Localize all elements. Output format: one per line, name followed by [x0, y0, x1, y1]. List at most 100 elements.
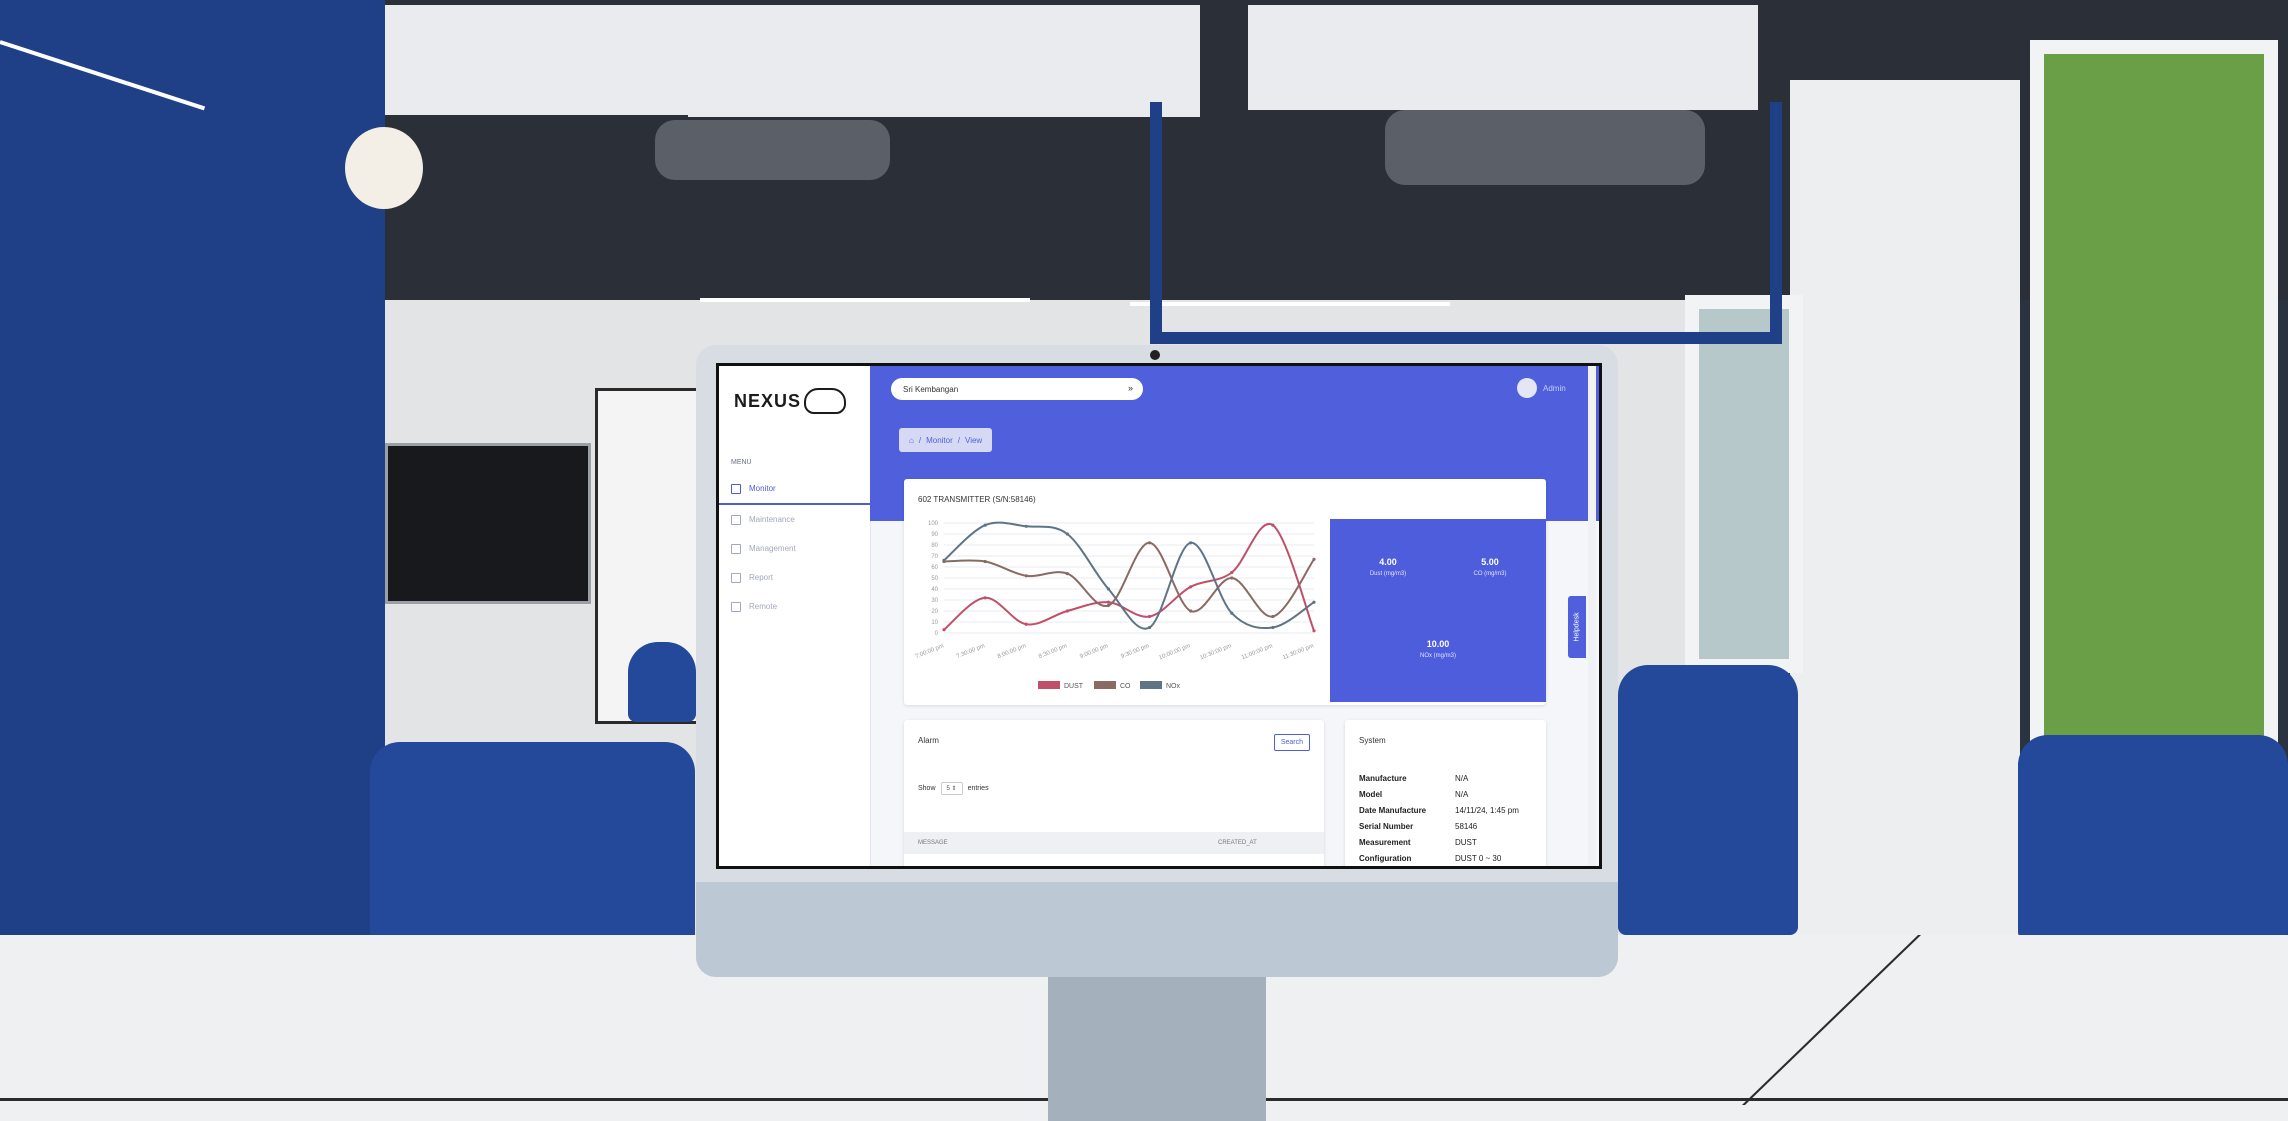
stats-panel: 4.00 Dust (mg/m3) 5.00 CO (mg/m3) 10.00 …	[1330, 519, 1546, 702]
sidebar-item-management[interactable]: Management	[719, 534, 870, 563]
system-value: N/A	[1455, 790, 1469, 799]
data-point	[1024, 524, 1028, 528]
monitor-screen: NEXUS MENU Monitor Maintenance Managemen…	[716, 363, 1602, 869]
data-point	[1189, 609, 1193, 613]
system-title: System	[1359, 736, 1386, 745]
y-tick-label: 40	[931, 587, 938, 593]
system-row: Manufacture N/A	[1359, 774, 1468, 783]
stat-label: Dust (mg/m3)	[1369, 571, 1407, 577]
sidebar-item-maintenance[interactable]: Maintenance	[719, 505, 870, 534]
data-point	[1271, 625, 1275, 630]
air-duct	[655, 120, 890, 180]
helpdesk-label: Helpdesk	[1573, 612, 1581, 642]
chair	[1618, 665, 1798, 935]
chair	[2018, 735, 2288, 940]
user-menu[interactable]: Admin	[1517, 378, 1566, 398]
system-card: System Manufacture N/A Model N/A Date Manu…	[1345, 720, 1546, 866]
system-value: 58146	[1455, 822, 1478, 831]
sidebar-item-label: Report	[749, 573, 774, 582]
chair	[370, 742, 695, 942]
legend-label: CO	[1120, 683, 1131, 690]
stat-label: CO (mg/m3)	[1473, 571, 1507, 577]
location-select[interactable]: Sri Kembangan »	[891, 378, 1143, 400]
sidebar-item-label: Monitor	[749, 484, 776, 493]
sidebar-item-report[interactable]: Report	[719, 563, 870, 592]
transmitter-title: 602 TRANSMITTER (S/N:58146)	[918, 495, 1036, 504]
logo-text: NEXUS	[734, 390, 802, 411]
location-value: Sri Kembangan	[903, 384, 959, 394]
entries-select[interactable]: 5 ⇕	[940, 782, 963, 795]
y-tick-label: 90	[931, 532, 938, 538]
monitor-stand	[1048, 977, 1266, 1121]
data-point	[1189, 541, 1193, 545]
file-icon	[731, 572, 741, 583]
system-key: Serial Number	[1359, 822, 1414, 831]
ceiling-frame	[1150, 102, 1782, 344]
alarm-search-button[interactable]: Search	[1273, 734, 1310, 751]
sidebar-item-remote[interactable]: Remote	[719, 592, 870, 621]
system-value: N/A	[1455, 774, 1469, 783]
data-point	[1189, 585, 1193, 589]
stat-dust: 4.00 Dust (mg/m3)	[1338, 557, 1438, 577]
user-name: Admin	[1543, 383, 1566, 393]
x-tick-label: 9:00:00 pm	[1079, 643, 1109, 660]
breadcrumb-monitor[interactable]: Monitor	[926, 436, 953, 445]
data-point	[1024, 574, 1028, 578]
legend-label: NOx	[1166, 683, 1181, 690]
system-row: Model N/A	[1359, 790, 1468, 799]
x-tick-label: 8:00:00 pm	[997, 643, 1027, 660]
data-point	[1147, 625, 1152, 630]
data-point	[983, 596, 987, 600]
system-key: Configuration	[1359, 854, 1412, 863]
wall-tv	[385, 443, 591, 604]
y-tick-label: 60	[931, 565, 938, 571]
data-point	[1106, 587, 1111, 591]
data-point	[1312, 600, 1316, 604]
system-key: Measurement	[1359, 838, 1411, 847]
nexus-logo[interactable]: NEXUS	[734, 388, 847, 414]
helpdesk-tab[interactable]: Helpdesk	[1568, 596, 1586, 658]
breadcrumb-separator: /	[918, 435, 922, 445]
x-tick-label: 11:00:00 pm	[1241, 643, 1274, 661]
sidebar-nav: Monitor Maintenance Management Report Re…	[719, 474, 870, 621]
blue-wall	[0, 0, 385, 935]
data-point	[1230, 611, 1234, 615]
x-tick-label: 8:30:00 pm	[1038, 643, 1068, 660]
stat-label: NOx (mg/m3)	[1420, 653, 1456, 659]
stat-value: 4.00	[1379, 557, 1397, 567]
x-tick-label: 10:30:00 pm	[1199, 643, 1232, 661]
factory-icon	[731, 601, 741, 612]
sidebar-item-label: Management	[749, 544, 796, 553]
x-tick-label: 9:30:00 pm	[1120, 643, 1150, 660]
data-point	[1024, 622, 1028, 626]
data-point	[1230, 570, 1234, 575]
calendar-icon	[731, 514, 741, 525]
series-line-nox	[943, 521, 1315, 630]
y-tick-label: 20	[931, 609, 938, 615]
home-icon[interactable]: ⌂	[909, 436, 914, 445]
line-chart: 0 10 20 30 40 50 60 70 80 90 100 7:00:00 pm 7:30:00 …	[915, 521, 1316, 690]
system-key: Date Manufacture	[1359, 806, 1427, 815]
cloud-icon	[804, 388, 847, 414]
data-point	[942, 558, 946, 562]
x-tick-label: 11:30:00 pm	[1282, 643, 1315, 661]
sidebar-item-monitor[interactable]: Monitor	[719, 474, 870, 505]
data-point	[1147, 541, 1152, 545]
system-row: Date Manufacture 14/11/24, 1:45 pm	[1359, 806, 1519, 815]
data-point	[1065, 572, 1069, 576]
alarm-table-header: MESSAGE CREATED_AT	[904, 832, 1324, 854]
y-tick-label: 50	[931, 576, 938, 582]
data-point	[1065, 532, 1069, 536]
window	[2030, 40, 2278, 768]
data-point	[1065, 609, 1069, 613]
column-created-at[interactable]: CREATED_AT	[1218, 840, 1257, 846]
chair	[628, 642, 696, 722]
monitor-chin	[696, 882, 1618, 977]
data-point	[983, 559, 987, 564]
ceiling-light	[700, 298, 1030, 302]
page-scrollbar[interactable]	[1588, 366, 1596, 866]
sidebar-item-label: Maintenance	[749, 515, 795, 524]
y-tick-label: 0	[935, 631, 939, 637]
entries-control: Show 5 ⇕ entries	[918, 782, 989, 795]
column-message[interactable]: MESSAGE	[918, 840, 948, 846]
